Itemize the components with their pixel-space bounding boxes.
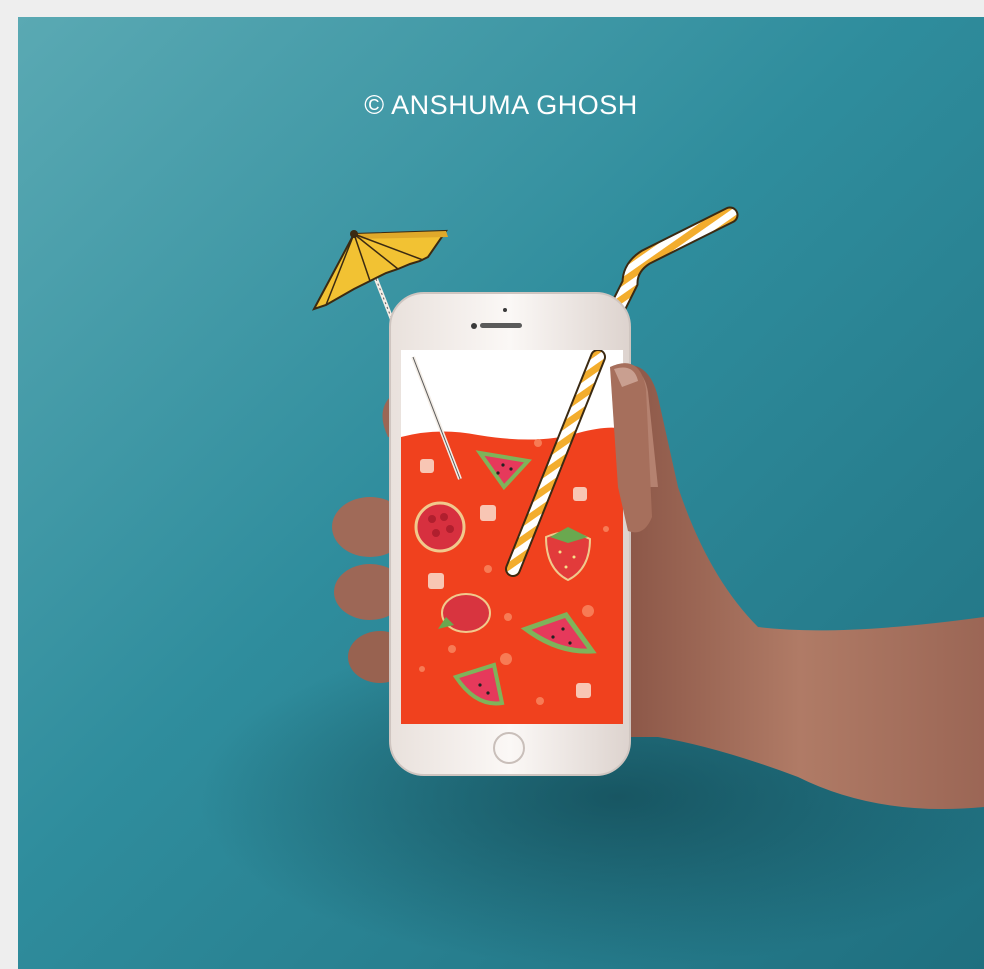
- bubble-icon: [419, 666, 425, 672]
- bubble-icon: [504, 613, 512, 621]
- bubble-icon: [536, 697, 544, 705]
- bubble-icon: [603, 526, 609, 532]
- phone-screen-drink: [401, 350, 623, 724]
- ice-cube-icon: [480, 505, 496, 521]
- bubble-icon: [448, 645, 456, 653]
- bubble-icon: [484, 565, 492, 573]
- bubble-icon: [500, 653, 512, 665]
- ice-cube-icon: [576, 683, 591, 698]
- ice-cube-icon: [573, 487, 587, 501]
- bubble-icon: [582, 605, 594, 617]
- ice-cube-icon: [420, 459, 434, 473]
- photo-frame: © ANSHUMA GHOSH: [18, 17, 984, 969]
- photo-credit: © ANSHUMA GHOSH: [364, 90, 638, 120]
- ice-cube-icon: [428, 573, 444, 589]
- raspberry-icon: [414, 501, 466, 553]
- bubble-icon: [534, 439, 542, 447]
- photo: [18, 17, 984, 969]
